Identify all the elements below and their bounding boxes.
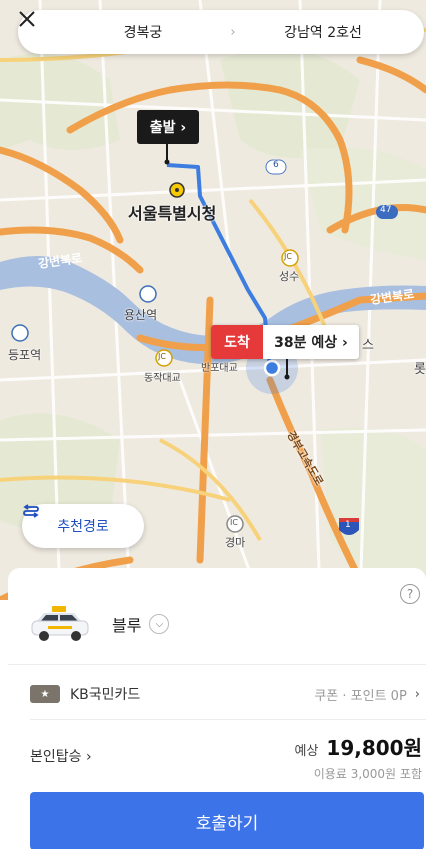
close-button[interactable]	[18, 10, 68, 54]
payment-method-row[interactable]: ★ KB국민카드 쿠폰 · 포인트 0P ›	[30, 682, 420, 706]
map-label-yongsan: 용산역	[124, 308, 158, 322]
map-label-banpo: 반포대교	[201, 363, 238, 374]
coupon-point-button[interactable]: 쿠폰 · 포인트 0P	[314, 685, 406, 704]
arrival-label: 도착	[211, 325, 263, 359]
route-summary-bar: 경복궁 › 강남역 2호선	[18, 10, 424, 54]
route-shield-47: 47	[380, 205, 392, 215]
map-label-yeongdeungpo: 등포역	[8, 348, 42, 362]
self-boarding-button[interactable]: 본인탑승 ›	[30, 746, 92, 766]
map-label-dongjak: 동작대교	[144, 373, 181, 384]
route-shield-1: 1	[345, 520, 351, 530]
map-label-jc1: JC	[284, 252, 292, 261]
help-icon[interactable]: ?	[400, 584, 420, 604]
route-shield-6: 6	[273, 160, 279, 170]
close-icon	[19, 11, 35, 27]
arrival-marker[interactable]: 도착 38분 예상 ›	[211, 325, 359, 359]
route-arrow-icon: ›	[230, 24, 236, 40]
call-taxi-button[interactable]: 호출하기	[30, 792, 424, 849]
taxi-icon	[31, 606, 89, 641]
map-label-city-hall: 서울특별시청	[128, 204, 217, 223]
route-swap-icon	[23, 504, 39, 518]
map-label-edge-rot: 롯	[414, 362, 426, 377]
price-estimate: 예상 19,800원 이용료 3,000원 포함	[295, 732, 423, 782]
map-label-ic: IC	[230, 518, 238, 527]
divider	[8, 664, 426, 665]
origin-text[interactable]: 경복궁	[68, 22, 218, 42]
map-label-jc2: JC	[158, 352, 166, 361]
price-value: 19,800원	[326, 736, 422, 760]
divider	[30, 719, 426, 720]
map-view[interactable]: 서울특별시청 용산역 성수 등포역 동작대교 반포대교 강변북로 강변북로 경부…	[0, 0, 426, 600]
start-marker-label[interactable]: 출발 ›	[137, 110, 199, 144]
map-label-gyeongma: 경마	[225, 536, 246, 549]
taxi-type-selector[interactable]: 블루 ⌵	[30, 604, 170, 644]
price-note: 이용료 3,000원 포함	[313, 767, 422, 781]
map-label-seongsu: 성수	[279, 270, 300, 283]
eta-label: 38분 예상 ›	[274, 335, 348, 351]
recommend-route-button[interactable]: 추천경로	[22, 504, 144, 548]
destination-text[interactable]: 강남역 2호선	[248, 22, 424, 42]
map-label-edge-su: 스	[362, 338, 374, 353]
card-name: KB국민카드	[70, 687, 141, 703]
recommend-route-label: 추천경로	[57, 519, 109, 535]
price-estimate-label: 예상	[294, 744, 319, 759]
taxi-type-name: 블루	[112, 616, 142, 635]
chevron-right-icon: ›	[414, 686, 420, 702]
card-icon: ★	[30, 685, 60, 703]
chevron-down-icon[interactable]: ⌵	[149, 614, 170, 634]
booking-sheet: ? 블루 ⌵ ★ KB국민카드 쿠폰 · 포인트 0P › 본인탑승 › 예상 …	[8, 568, 426, 849]
